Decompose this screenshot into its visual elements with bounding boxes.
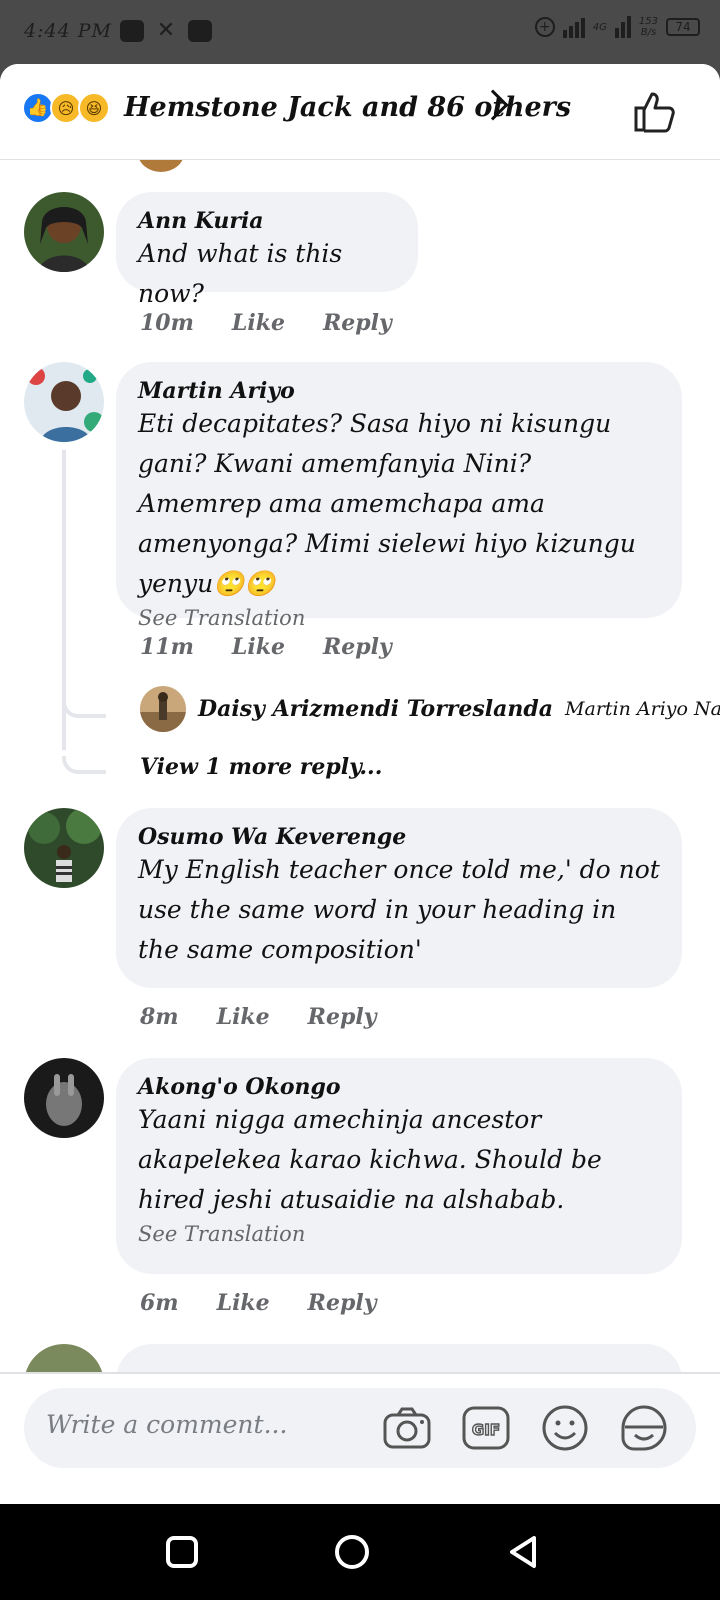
see-translation-link[interactable]: See Translation bbox=[138, 606, 660, 630]
comment-time: 8m bbox=[140, 1004, 179, 1030]
camera-icon[interactable] bbox=[382, 1403, 432, 1453]
sticker-icon[interactable] bbox=[619, 1403, 669, 1453]
avatar[interactable] bbox=[24, 1058, 104, 1138]
comment-text: Yaani nigga amechinja ancestor akapeleke… bbox=[138, 1105, 602, 1214]
comment-text: Eti decapitates? Sasa hiyo ni kisungu ga… bbox=[138, 409, 636, 598]
comment-author[interactable]: Osumo Wa Keverenge bbox=[138, 824, 660, 850]
back-icon[interactable] bbox=[506, 1534, 542, 1570]
comment-time: 11m bbox=[140, 634, 194, 660]
youtube-icon bbox=[188, 20, 212, 42]
comment-actions: 10m Like Reply bbox=[140, 310, 392, 336]
comments-sheet: 👍 😥 😆 Hemstone Jack and 86 others Ann Ku… bbox=[0, 64, 720, 1504]
x-icon: ✕ bbox=[156, 18, 176, 43]
comment-input-placeholder: Write a comment... bbox=[46, 1410, 288, 1439]
comment-actions: 6m Like Reply bbox=[140, 1290, 376, 1316]
like-button[interactable]: Like bbox=[217, 1004, 270, 1030]
battery-icon: 74 bbox=[666, 18, 700, 36]
comment-bubble[interactable]: Osumo Wa Keverenge My English teacher on… bbox=[116, 808, 682, 988]
reply-button[interactable]: Reply bbox=[323, 634, 392, 660]
data-rate-value: 153 bbox=[638, 16, 658, 27]
comment-actions: 8m Like Reply bbox=[140, 1004, 376, 1030]
reactions-header[interactable]: 👍 😥 😆 Hemstone Jack and 86 others bbox=[0, 64, 720, 160]
comment-bubble[interactable]: Martin Ariyo Eti decapitates? Sasa hiyo … bbox=[116, 362, 682, 630]
thread-branch bbox=[62, 756, 106, 774]
comment-bubble[interactable]: Akong'o Okongo Yaani nigga amechinja anc… bbox=[116, 1058, 682, 1274]
reply-button[interactable]: Reply bbox=[308, 1290, 377, 1316]
svg-text:GIF: GIF bbox=[472, 1421, 500, 1439]
gif-icon[interactable]: GIF bbox=[461, 1403, 511, 1453]
comment-bubble[interactable]: Ann Kuria And what is this now? bbox=[116, 192, 418, 308]
see-translation-link[interactable]: See Translation bbox=[138, 1222, 660, 1246]
emoji-icon[interactable] bbox=[540, 1403, 590, 1453]
recent-apps-icon[interactable] bbox=[164, 1534, 200, 1570]
reply-button[interactable]: Reply bbox=[323, 310, 392, 336]
reply-preview[interactable]: Daisy Arizmendi Torreslanda Martin Ariyo… bbox=[140, 686, 720, 732]
signal-icon-2 bbox=[614, 16, 631, 38]
home-icon[interactable] bbox=[334, 1534, 370, 1570]
thread-branch bbox=[62, 700, 106, 718]
data-rate-unit: B/s bbox=[640, 27, 657, 38]
avatar[interactable] bbox=[24, 808, 104, 888]
avatar[interactable] bbox=[24, 362, 104, 442]
view-more-replies-link[interactable]: View 1 more reply... bbox=[140, 754, 382, 780]
system-icons: + 4G 153 B/s 74 bbox=[534, 16, 700, 38]
comment-actions: 11m Like Reply bbox=[140, 634, 392, 660]
status-time: 4:44 PM bbox=[24, 20, 112, 42]
reply-author[interactable]: Daisy Arizmendi Torreslanda bbox=[198, 696, 553, 722]
comment-text: And what is this now? bbox=[138, 239, 343, 308]
notification-icons: ✕ bbox=[120, 20, 212, 42]
game-controller-icon bbox=[120, 20, 144, 42]
comment-input[interactable]: Write a comment... GIF bbox=[24, 1388, 696, 1468]
data-saver-icon: + bbox=[534, 17, 555, 37]
status-bar: 4:44 PM ✕ + 4G 153 B/s 74 bbox=[0, 0, 720, 66]
comment-author[interactable]: Akong'o Okongo bbox=[138, 1074, 660, 1100]
comment-author[interactable]: Martin Ariyo bbox=[138, 378, 660, 404]
system-nav-bar bbox=[0, 1504, 720, 1600]
reaction-icons: 👍 😥 😆 bbox=[22, 92, 110, 124]
like-button[interactable]: Like bbox=[232, 634, 285, 660]
comment-author[interactable]: Ann Kuria bbox=[138, 208, 396, 234]
comment-composer-bar: Write a comment... GIF bbox=[0, 1372, 720, 1504]
comment-text: My English teacher once told me,' do not… bbox=[138, 855, 660, 964]
avatar[interactable] bbox=[24, 192, 104, 272]
like-button[interactable]: Like bbox=[217, 1290, 270, 1316]
like-button[interactable]: Like bbox=[232, 310, 285, 336]
haha-icon: 😆 bbox=[78, 92, 110, 124]
thumbs-up-icon[interactable] bbox=[632, 88, 678, 134]
comment-time: 10m bbox=[140, 310, 194, 336]
signal-icon bbox=[562, 16, 585, 38]
network-type: 4G bbox=[592, 21, 607, 33]
reply-avatar[interactable] bbox=[140, 686, 186, 732]
comment-time: 6m bbox=[140, 1290, 179, 1316]
data-rate: 153 B/s bbox=[639, 16, 658, 38]
reply-button[interactable]: Reply bbox=[308, 1004, 377, 1030]
reply-snippet: Martin Ariyo Na... bbox=[565, 698, 720, 720]
